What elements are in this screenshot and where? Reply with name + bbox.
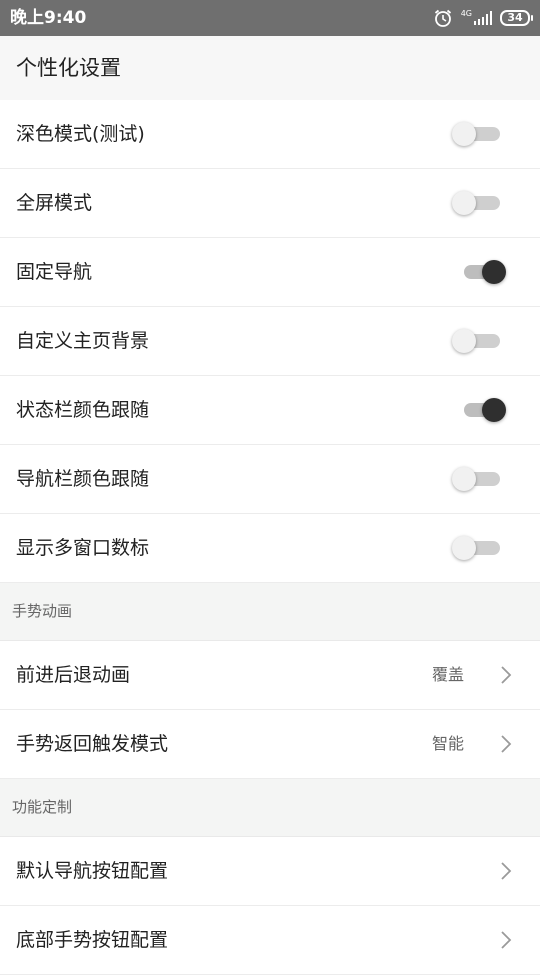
setting-row-gesture-back-mode[interactable]: 手势返回触发模式 智能 (0, 710, 540, 779)
setting-row-forward-back-animation[interactable]: 前进后退动画 覆盖 (0, 641, 540, 710)
setting-label: 全屏模式 (16, 192, 93, 214)
setting-row-toggle[interactable]: 状态栏颜色跟随 (0, 376, 540, 445)
toggle-knob (452, 122, 476, 146)
setting-row-toggle[interactable]: 显示多窗口数标 (0, 514, 540, 583)
status-time: 晚上9:40 (10, 8, 87, 28)
chevron-right-icon (501, 666, 512, 684)
signal-icon (474, 11, 492, 25)
chevron-right-icon (501, 862, 512, 880)
section-header-customize: 功能定制 (0, 779, 540, 837)
setting-label: 默认导航按钮配置 (16, 860, 169, 882)
toggle-switch[interactable] (464, 260, 506, 284)
network-type: 4G (460, 9, 472, 18)
toggle-switch[interactable] (452, 329, 500, 353)
setting-label: 状态栏颜色跟随 (16, 399, 150, 421)
toggle-knob (452, 191, 476, 215)
toggle-switch[interactable] (452, 191, 500, 215)
toggle-switch[interactable] (464, 398, 506, 422)
toggle-knob (452, 329, 476, 353)
toggle-knob (452, 467, 476, 491)
chevron-right-icon (501, 931, 512, 949)
battery-icon: 34 (500, 10, 533, 26)
alarm-icon (434, 9, 451, 27)
chevron-right-icon (501, 735, 512, 753)
setting-label: 深色模式(测试) (16, 123, 145, 145)
section-header-gesture: 手势动画 (0, 583, 540, 641)
section-title: 手势动画 (12, 602, 73, 620)
setting-value: 智能 (431, 734, 464, 753)
setting-label: 自定义主页背景 (16, 330, 150, 352)
status-icons: 4G 34 (433, 0, 533, 36)
setting-label: 手势返回触发模式 (16, 733, 169, 755)
setting-label: 固定导航 (16, 261, 93, 283)
setting-row-toggle[interactable]: 全屏模式 (0, 169, 540, 238)
settings-list: 深色模式(测试) 全屏模式固定导航自定义主页背景 状态栏颜色跟随 导航栏颜色跟随 显示多… (0, 100, 540, 975)
setting-label: 显示多窗口数标 (16, 537, 150, 559)
toggle-switch[interactable] (452, 536, 500, 560)
setting-label: 底部手势按钮配置 (16, 929, 169, 951)
toggle-knob (482, 260, 506, 284)
setting-label: 导航栏颜色跟随 (16, 468, 150, 490)
toggle-switch[interactable] (452, 467, 500, 491)
setting-row-toggle[interactable]: 导航栏颜色跟随 (0, 445, 540, 514)
setting-row-toggle[interactable]: 深色模式(测试) (0, 100, 540, 169)
setting-row-toggle[interactable]: 固定导航 (0, 238, 540, 307)
setting-label: 前进后退动画 (16, 664, 131, 686)
section-title: 功能定制 (12, 798, 73, 816)
toggle-knob (482, 398, 506, 422)
status-bar: 晚上9:40 4G 34 (0, 0, 540, 36)
setting-row-bottom-gesture-buttons[interactable]: 底部手势按钮配置 (0, 906, 540, 975)
toggle-switch[interactable] (452, 122, 500, 146)
toggle-knob (452, 536, 476, 560)
page-header: 个性化设置 (0, 36, 540, 101)
setting-row-toggle[interactable]: 自定义主页背景 (0, 307, 540, 376)
setting-value: 覆盖 (431, 665, 464, 684)
page-title: 个性化设置 (16, 56, 121, 80)
setting-row-default-nav-buttons[interactable]: 默认导航按钮配置 (0, 837, 540, 906)
